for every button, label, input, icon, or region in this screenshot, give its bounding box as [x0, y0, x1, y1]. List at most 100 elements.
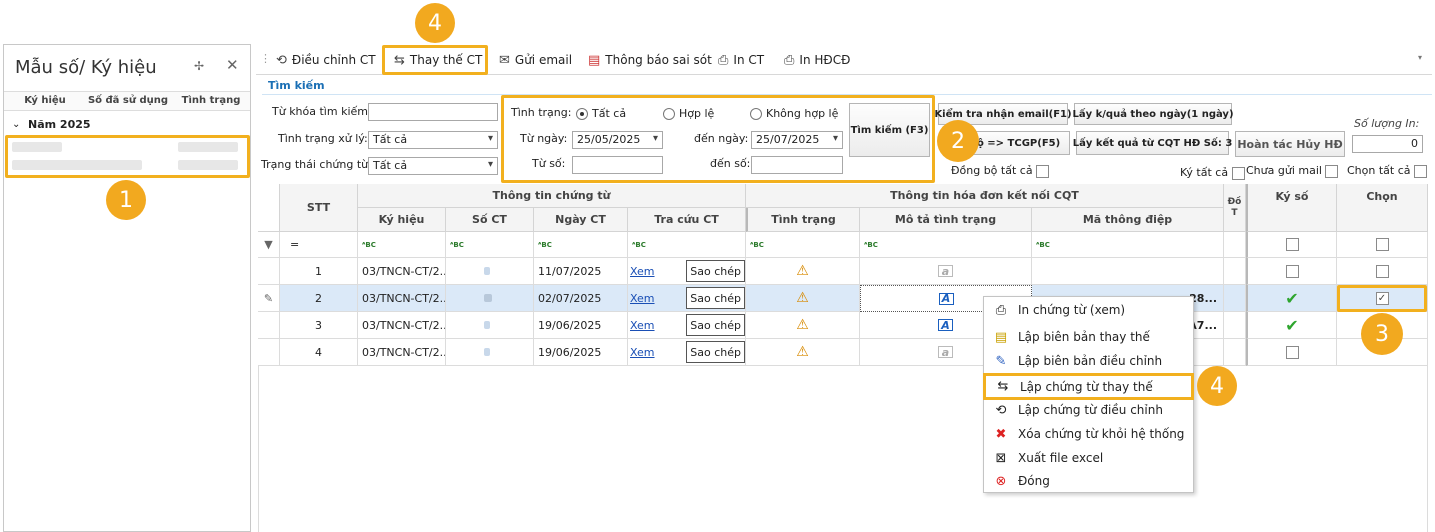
column-stt[interactable]: STT: [280, 184, 358, 232]
get-cqt-button[interactable]: Lấy kết quả từ CQT HĐ Số: 3: [1073, 131, 1232, 155]
to-no-input[interactable]: [751, 156, 843, 174]
cell-ky-hieu[interactable]: 03/TNCN-CT/2...: [358, 285, 446, 312]
cell-ngay-ct[interactable]: 02/07/2025: [534, 285, 628, 312]
column-dong-bo[interactable]: Đồ T: [1224, 184, 1246, 232]
print-qty-input[interactable]: 0: [1352, 135, 1423, 153]
cell-so-ct[interactable]: [446, 339, 534, 366]
radio-valid[interactable]: Hợp lệ: [663, 107, 714, 120]
column-chon[interactable]: Chọn: [1337, 184, 1428, 232]
cell-tinh-trang[interactable]: ⚠: [746, 339, 860, 366]
print-hdcd-button[interactable]: ⎙ In HĐCĐ: [784, 50, 850, 70]
copy-button[interactable]: Sao chép: [686, 341, 745, 363]
menu-item-close[interactable]: ⊗ Đóng: [984, 469, 1193, 493]
radio-all[interactable]: Tất cả: [576, 107, 626, 120]
keyword-input[interactable]: [368, 103, 498, 121]
send-email-button[interactable]: ✉ Gửi email: [499, 50, 572, 70]
adjust-doc-button[interactable]: ⟲ Điều chỉnh CT: [276, 50, 376, 70]
cell-ky-hieu[interactable]: 03/TNCN-CT/2...: [358, 339, 446, 366]
filter-ky-hieu[interactable]: ᴬBC: [358, 232, 446, 258]
filter-mo-ta[interactable]: ᴬBC: [860, 232, 1032, 258]
to-date-input[interactable]: 25/07/2025: [751, 131, 843, 149]
column-tinh-trang[interactable]: Tình trạng: [174, 95, 248, 106]
cell-mo-ta[interactable]: a: [860, 258, 1032, 285]
blurred-list-item[interactable]: [178, 160, 238, 170]
column-ngay-ct[interactable]: Ngày CT: [534, 208, 628, 232]
menu-item-print-view[interactable]: ⎙ In chứng từ (xem): [984, 298, 1193, 322]
cell-chon[interactable]: [1337, 258, 1428, 285]
menu-item-replace-doc[interactable]: ⇆ Lập chứng từ thay thế: [983, 373, 1194, 400]
filter-ky-so[interactable]: [1246, 232, 1337, 258]
menu-item-replace-record[interactable]: ▤ Lập biên bản thay thế: [984, 325, 1193, 349]
column-mo-ta[interactable]: Mô tả tình trạng: [860, 208, 1032, 232]
unsent-mail-checkbox[interactable]: Chưa gửi mail: [1246, 164, 1339, 178]
cell-tinh-trang[interactable]: ⚠: [746, 258, 860, 285]
get-result-button[interactable]: Lấy k/quả theo ngày(1 ngày): [1073, 103, 1234, 125]
cell-ky-hieu[interactable]: 03/TNCN-CT/2...: [358, 258, 446, 285]
menu-item-excel[interactable]: ⊠ Xuất file excel: [984, 446, 1193, 470]
column-so-ct[interactable]: Số CT: [446, 208, 534, 232]
column-ma-thong-diep[interactable]: Mã thông điệp: [1032, 208, 1224, 232]
filter-tinh-trang[interactable]: ᴬBC: [746, 232, 860, 258]
filter-so-ct[interactable]: ᴬBC: [446, 232, 534, 258]
filter-equals-icon[interactable]: =: [280, 232, 358, 258]
print-ct-button[interactable]: ⎙ In CT: [718, 50, 764, 70]
cell-tinh-trang[interactable]: ⚠: [746, 312, 860, 339]
cell-ky-so[interactable]: [1246, 339, 1337, 366]
blurred-list-item[interactable]: [12, 160, 142, 170]
column-so-da-su-dung[interactable]: Số đã sử dụng: [84, 95, 172, 106]
cell-so-ct[interactable]: [446, 285, 534, 312]
blurred-list-item[interactable]: [178, 142, 238, 152]
doc-state-select[interactable]: Tất cả: [368, 157, 498, 175]
blurred-list-item[interactable]: [12, 142, 62, 152]
cell-ky-so[interactable]: ✔: [1246, 312, 1337, 339]
cell-dong-bo[interactable]: [1224, 285, 1246, 312]
pin-icon[interactable]: ✢: [194, 59, 204, 73]
chevron-down-icon[interactable]: ⌄: [12, 119, 20, 130]
year-group[interactable]: Năm 2025: [28, 118, 91, 131]
view-link[interactable]: Xem: [630, 319, 655, 332]
cell-ky-hieu[interactable]: 03/TNCN-CT/2...: [358, 312, 446, 339]
column-tinh-trang[interactable]: Tình trạng: [746, 208, 860, 232]
cell-ma[interactable]: [1032, 258, 1224, 285]
cell-tinh-trang[interactable]: ⚠: [746, 285, 860, 312]
select-all-checkbox[interactable]: Chọn tất cả: [1347, 164, 1428, 178]
cell-ky-so[interactable]: [1246, 258, 1337, 285]
cell-ngay-ct[interactable]: 19/06/2025: [534, 339, 628, 366]
radio-invalid[interactable]: Không hợp lệ: [750, 107, 838, 120]
cell-dong-bo[interactable]: [1224, 312, 1246, 339]
undo-cancel-button[interactable]: Hoàn tác Hủy HĐ: [1235, 131, 1345, 157]
search-button[interactable]: Tìm kiếm (F3): [849, 103, 930, 157]
column-ky-so[interactable]: Ký số: [1246, 184, 1337, 232]
menu-item-adjust-doc[interactable]: ⟲ Lập chứng từ điều chỉnh: [984, 398, 1193, 422]
view-link[interactable]: Xem: [630, 265, 655, 278]
column-ky-hieu[interactable]: Ký hiệu: [358, 208, 446, 232]
cell-so-ct[interactable]: [446, 312, 534, 339]
column-ky-hieu[interactable]: Ký hiệu: [9, 95, 81, 106]
copy-button[interactable]: Sao chép: [686, 260, 745, 282]
report-error-button[interactable]: ▤ Thông báo sai sót: [588, 50, 712, 70]
filter-tra-cuu[interactable]: ᴬBC: [628, 232, 746, 258]
copy-button[interactable]: Sao chép: [686, 314, 745, 336]
filter-ma[interactable]: ᴬBC: [1032, 232, 1224, 258]
sign-all-checkbox[interactable]: Ký tất cả: [1180, 166, 1245, 180]
cell-ky-so[interactable]: ✔: [1246, 285, 1337, 312]
filter-icon[interactable]: ▼: [258, 232, 280, 258]
menu-item-adjust-record[interactable]: ✎ Lập biên bản điều chỉnh: [984, 349, 1193, 373]
copy-button[interactable]: Sao chép: [686, 287, 745, 309]
filter-ngay-ct[interactable]: ᴬBC: [534, 232, 628, 258]
cell-so-ct[interactable]: [446, 258, 534, 285]
cell-dong-bo[interactable]: [1224, 258, 1246, 285]
filter-dong-bo[interactable]: [1224, 232, 1246, 258]
replace-doc-button[interactable]: ⇆ Thay thế CT: [394, 50, 482, 70]
menu-item-delete[interactable]: ✖ Xóa chứng từ khỏi hệ thống: [984, 422, 1193, 446]
sync-all-checkbox[interactable]: Đồng bộ tất cả: [951, 164, 1050, 178]
status-select[interactable]: Tất cả: [368, 131, 498, 149]
filter-chon[interactable]: [1337, 232, 1428, 258]
view-link[interactable]: Xem: [630, 292, 655, 305]
close-icon[interactable]: ✕: [226, 56, 239, 74]
from-no-input[interactable]: [572, 156, 663, 174]
cell-ngay-ct[interactable]: 11/07/2025: [534, 258, 628, 285]
cell-ngay-ct[interactable]: 19/06/2025: [534, 312, 628, 339]
view-link[interactable]: Xem: [630, 346, 655, 359]
from-date-input[interactable]: 25/05/2025: [572, 131, 663, 149]
